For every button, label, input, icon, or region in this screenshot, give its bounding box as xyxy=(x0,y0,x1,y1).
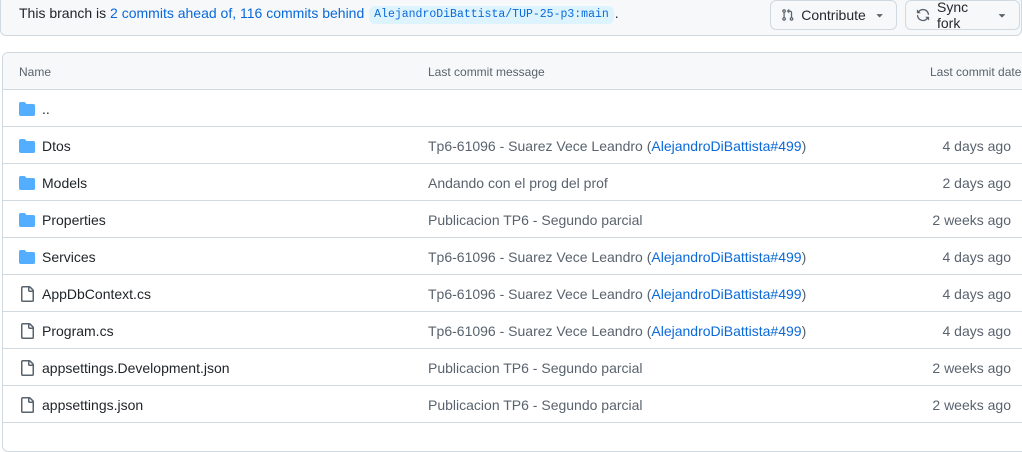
triangle-down-icon xyxy=(876,14,883,18)
sync-fork-label: Sync fork xyxy=(936,0,969,31)
contribute-button[interactable]: Contribute xyxy=(770,0,897,30)
commit-reference-link[interactable]: AlejandroDiBattista#499 xyxy=(651,323,801,339)
commit-message-cell: Tp6-61096 - Suarez Vece Leandro (Alejand… xyxy=(428,247,806,267)
commit-date: 4 days ago xyxy=(942,138,1012,154)
table-row[interactable]: Services Tp6-61096 - Suarez Vece Leandro … xyxy=(3,238,1022,275)
commit-message[interactable]: Tp6-61096 - Suarez Vece Leandro ( xyxy=(428,138,651,154)
file-name-link[interactable]: Services xyxy=(42,247,96,267)
folder-icon xyxy=(19,175,35,191)
commit-reference-link[interactable]: AlejandroDiBattista#499 xyxy=(651,138,801,154)
commit-date: 2 weeks ago xyxy=(932,397,1011,413)
file-name-link[interactable]: Dtos xyxy=(42,136,71,156)
commit-date: 4 days ago xyxy=(942,286,1012,302)
commit-message[interactable]: Tp6-61096 - Suarez Vece Leandro ( xyxy=(428,249,651,265)
commit-reference-link[interactable]: AlejandroDiBattista#499 xyxy=(651,286,801,302)
commit-message-cell: Publicacion TP6 - Segundo parcial xyxy=(428,210,643,230)
commit-date: 4 days ago xyxy=(942,323,1012,339)
branch-status-prefix: This branch is xyxy=(19,5,111,21)
commit-message-cell: Tp6-61096 - Suarez Vece Leandro (Alejand… xyxy=(428,284,806,304)
column-header-name: Name xyxy=(19,65,52,79)
commit-date: 2 weeks ago xyxy=(932,212,1011,228)
table-row[interactable]: Models Andando con el prog del prof 2 days… xyxy=(3,164,1022,201)
commit-message-close: ) xyxy=(801,323,807,339)
commit-message-cell: Tp6-61096 - Suarez Vece Leandro (Alejand… xyxy=(428,136,806,156)
file-table-header: Name Last commit message Last commit dat… xyxy=(3,53,1022,90)
commit-message[interactable]: Andando con el prog del prof xyxy=(428,175,608,191)
commits-ahead-link[interactable]: 2 commits ahead of, xyxy=(110,5,236,21)
branch-status-suffix: . xyxy=(614,5,619,21)
file-name-link[interactable]: .. xyxy=(42,99,50,119)
sync-icon xyxy=(916,8,930,22)
table-row[interactable]: appsettings.json Publicacion TP6 - Segund… xyxy=(3,386,1022,423)
file-icon xyxy=(19,360,35,376)
commit-message[interactable]: Tp6-61096 - Suarez Vece Leandro ( xyxy=(428,286,651,302)
triangle-down-icon xyxy=(998,14,1006,18)
file-name-link[interactable]: AppDbContext.cs xyxy=(42,284,151,304)
commit-date: 2 days ago xyxy=(942,175,1012,191)
upstream-branch-ref[interactable]: AlejandroDiBattista/TUP-25-p3:main xyxy=(369,6,614,24)
commit-message-close: ) xyxy=(801,249,807,265)
commit-message[interactable]: Tp6-61096 - Suarez Vece Leandro ( xyxy=(428,323,651,339)
commit-message-cell: Andando con el prog del prof xyxy=(428,173,608,193)
commit-message-cell: Publicacion TP6 - Segundo parcial xyxy=(428,358,643,378)
table-row[interactable]: Properties Publicacion TP6 - Segundo parc… xyxy=(3,201,1022,238)
commit-message[interactable]: Publicacion TP6 - Segundo parcial xyxy=(428,360,643,376)
commit-message[interactable]: Publicacion TP6 - Segundo parcial xyxy=(428,397,643,413)
file-table: Name Last commit message Last commit dat… xyxy=(2,52,1022,452)
commit-message-cell: Tp6-61096 - Suarez Vece Leandro (Alejand… xyxy=(428,321,806,341)
file-name-link[interactable]: Program.cs xyxy=(42,321,114,341)
contribute-label: Contribute xyxy=(801,7,866,23)
commit-message[interactable]: Publicacion TP6 - Segundo parcial xyxy=(428,212,643,228)
file-name-link[interactable]: appsettings.json xyxy=(42,395,143,415)
branch-status-text: This branch is 2 commits ahead of, 116 c… xyxy=(19,3,619,24)
commit-date: 4 days ago xyxy=(942,249,1012,265)
table-row[interactable]: appsettings.Development.json Publicacion … xyxy=(3,349,1022,386)
table-row[interactable]: Program.cs Tp6-61096 - Suarez Vece Leandr… xyxy=(3,312,1022,349)
pull-request-icon xyxy=(782,8,794,21)
sync-fork-button[interactable]: Sync fork xyxy=(905,0,1020,31)
commit-reference-link[interactable]: AlejandroDiBattista#499 xyxy=(651,249,801,265)
commit-message-close: ) xyxy=(801,138,807,154)
file-name-link[interactable]: Models xyxy=(42,173,87,193)
folder-icon xyxy=(19,249,35,265)
commit-date: 2 weeks ago xyxy=(932,360,1011,376)
folder-icon xyxy=(19,138,35,154)
column-header-date: Last commit date xyxy=(930,65,1022,79)
file-name-link[interactable]: Properties xyxy=(42,210,106,230)
file-icon xyxy=(19,397,35,413)
table-row[interactable]: .. xyxy=(3,90,1022,127)
folder-icon xyxy=(19,212,35,228)
file-name-link[interactable]: appsettings.Development.json xyxy=(42,358,230,378)
table-row[interactable]: AppDbContext.cs Tp6-61096 - Suarez Vece L… xyxy=(3,275,1022,312)
folder-icon xyxy=(19,101,35,117)
commit-message-close: ) xyxy=(801,286,807,302)
commits-behind-link[interactable]: 116 commits behind xyxy=(240,5,364,21)
commit-message-cell: Publicacion TP6 - Segundo parcial xyxy=(428,395,643,415)
file-icon xyxy=(19,286,35,302)
table-row[interactable]: Dtos Tp6-61096 - Suarez Vece Leandro (Ale… xyxy=(3,127,1022,164)
file-icon xyxy=(19,323,35,339)
column-header-message: Last commit message xyxy=(428,65,545,79)
